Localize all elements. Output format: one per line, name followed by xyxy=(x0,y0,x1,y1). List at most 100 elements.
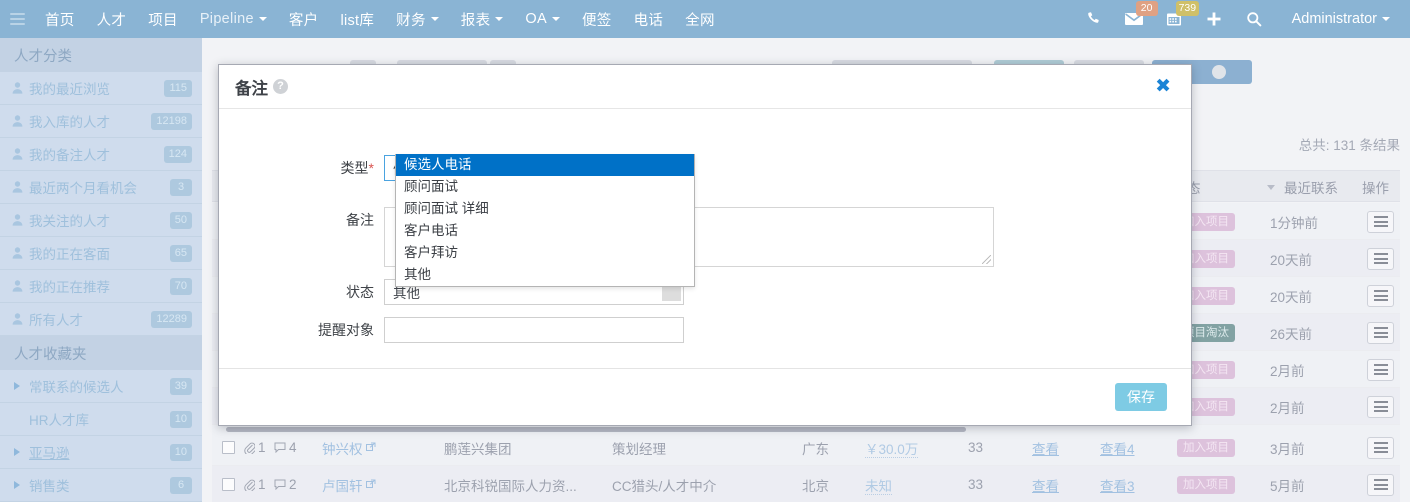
nav-item-pipeline[interactable]: Pipeline xyxy=(189,0,278,38)
menu-icon[interactable] xyxy=(1367,358,1394,381)
external-link-icon[interactable] xyxy=(365,477,376,492)
candidate-name-link[interactable]: 卢国轩 xyxy=(322,466,376,502)
menu-icon[interactable] xyxy=(1367,321,1394,344)
nav-item-notes[interactable]: 便签 xyxy=(571,0,623,38)
sidebar-item-badge: 6 xyxy=(170,476,192,494)
menu-icon[interactable] xyxy=(1367,395,1394,418)
nav-item-finance[interactable]: 财务 xyxy=(385,0,450,38)
salary-cell[interactable]: 未知 xyxy=(865,475,892,495)
row-actions-button[interactable] xyxy=(1367,351,1394,388)
dropdown-option-other[interactable]: 其他 xyxy=(396,264,694,286)
candidate-name-link[interactable]: 钟兴权 xyxy=(322,429,376,466)
nav-item-client[interactable]: 客户 xyxy=(278,0,330,38)
user-menu[interactable]: Administrator xyxy=(1274,11,1394,27)
nav-label: 便签 xyxy=(581,12,612,29)
external-link-icon[interactable] xyxy=(365,440,376,455)
column-label: 操作 xyxy=(1362,181,1389,196)
calendar-icon[interactable]: 739 xyxy=(1154,0,1200,38)
sort-descending-icon xyxy=(1267,184,1275,190)
dropdown-option-consultant-interview-detail[interactable]: 顾问面试 详细 xyxy=(396,198,694,220)
sidebar-item-recent-two-months[interactable]: 最近两个月看机会 3 xyxy=(0,171,202,204)
nav-item-project[interactable]: 项目 xyxy=(137,0,189,38)
nav-item-talent[interactable]: 人才 xyxy=(86,0,138,38)
sidebar-favorite-sales[interactable]: 销售类 6 xyxy=(0,469,202,502)
help-icon[interactable] xyxy=(1212,65,1226,79)
nav-item-phone[interactable]: 电话 xyxy=(623,0,675,38)
sidebar-item-badge: 50 xyxy=(169,211,192,229)
attachment-count: 1 xyxy=(258,477,266,492)
sidebar-item-in-recommendation[interactable]: 我的正在推荐 70 xyxy=(0,270,202,303)
nav-item-home[interactable]: 首页 xyxy=(34,0,86,38)
mail-icon[interactable]: 20 xyxy=(1114,0,1158,38)
menu-icon[interactable] xyxy=(1367,436,1394,459)
nav-item-network[interactable]: 全网 xyxy=(674,0,726,38)
sidebar-item-all-talent[interactable]: 所有人才 12289 xyxy=(0,303,202,336)
chevron-down-icon xyxy=(258,17,267,21)
resize-handle-icon[interactable] xyxy=(982,255,991,264)
sidebar-item-label: 我的正在推荐 xyxy=(29,280,110,295)
sidebar-item-badge: 70 xyxy=(169,277,192,295)
table-row-lu[interactable]: 1 2 卢国轩 北京科锐国际人力资... CC猎头/人才中介 北京 未知 33 … xyxy=(212,466,1400,502)
row-actions-button[interactable] xyxy=(1367,277,1394,314)
row-actions-button[interactable] xyxy=(1367,466,1394,502)
position-cell: CC猎头/人才中介 xyxy=(612,478,717,494)
row-checkbox[interactable] xyxy=(222,429,235,466)
menu-icon[interactable] xyxy=(1367,473,1394,496)
nav-item-oa[interactable]: OA xyxy=(514,0,571,38)
nav-item-listdb[interactable]: list库 xyxy=(329,0,385,38)
sidebar-item-my-talent-pool[interactable]: 我入库的人才 12198 xyxy=(0,105,202,138)
sidebar-favorite-frequent-candidates[interactable]: 常联系的候选人 39 xyxy=(0,370,202,403)
attachment-icon[interactable]: 1 xyxy=(244,466,266,502)
remind-target-input[interactable] xyxy=(384,317,684,343)
phone-icon[interactable] xyxy=(1074,0,1114,38)
sidebar-item-badge: 10 xyxy=(169,443,192,461)
view-count-link[interactable]: 查看4 xyxy=(1100,429,1135,466)
sidebar-item-recent-views[interactable]: 我的最近浏览 115 xyxy=(0,72,202,105)
dropdown-option-client-visit[interactable]: 客户拜访 xyxy=(396,242,694,264)
view-link[interactable]: 查看 xyxy=(1032,429,1059,466)
search-icon[interactable] xyxy=(1234,0,1274,38)
row-actions-button[interactable] xyxy=(1367,240,1394,277)
sidebar-section-title-talent-category: 人才分类 xyxy=(0,38,202,72)
view-count-link[interactable]: 查看3 xyxy=(1100,466,1135,502)
nav-label: 项目 xyxy=(148,12,178,29)
sidebar-item-my-remarked-talent[interactable]: 我的备注人才 124 xyxy=(0,138,202,171)
table-row-zhong[interactable]: 1 4 钟兴权 鹏莲兴集团 策划经理 广东 ￥30.0万 33 查看 查看4 加… xyxy=(212,429,1400,466)
chevron-right-icon xyxy=(12,448,29,456)
row-actions-button[interactable] xyxy=(1367,429,1394,466)
nav-item-reports[interactable]: 报表 xyxy=(450,0,515,38)
row-actions-button[interactable] xyxy=(1367,388,1394,425)
close-icon[interactable]: ✖ xyxy=(1151,75,1175,98)
type-dropdown-list[interactable]: 候选人电话 顾问面试 顾问面试 详细 客户电话 客户拜访 其他 xyxy=(395,154,695,287)
dropdown-option-client-call[interactable]: 客户电话 xyxy=(396,220,694,242)
comment-icon[interactable]: 2 xyxy=(274,466,297,502)
comment-icon[interactable]: 4 xyxy=(274,429,297,466)
sidebar-favorite-hr-pool[interactable]: HR人才库 10 xyxy=(0,403,202,436)
company-cell: 鹏莲兴集团 xyxy=(444,441,512,457)
attachment-icon[interactable]: 1 xyxy=(244,429,266,466)
sidebar-item-followed-talent[interactable]: 我关注的人才 50 xyxy=(0,204,202,237)
plus-icon[interactable] xyxy=(1194,0,1234,38)
dropdown-option-consultant-interview[interactable]: 顾问面试 xyxy=(396,176,694,198)
status-label: 状态 xyxy=(346,284,374,300)
hamburger-icon[interactable] xyxy=(0,0,34,38)
dropdown-option-candidate-call[interactable]: 候选人电话 xyxy=(396,154,694,176)
menu-icon[interactable] xyxy=(1367,284,1394,307)
menu-icon[interactable] xyxy=(1367,210,1394,233)
save-button[interactable]: 保存 xyxy=(1115,383,1167,411)
attachment-count: 1 xyxy=(258,440,266,455)
row-actions-button[interactable] xyxy=(1367,203,1394,240)
question-mark-icon[interactable]: ? xyxy=(273,79,288,94)
sidebar-favorite-amazon[interactable]: 亚马逊 10 xyxy=(0,436,202,469)
row-actions-button[interactable] xyxy=(1367,314,1394,351)
column-header-last-contact[interactable]: 最近联系 xyxy=(1267,171,1338,203)
horizontal-scrollbar[interactable] xyxy=(226,427,966,432)
remind-label: 提醒对象 xyxy=(318,322,374,338)
sidebar-item-in-client-interview[interactable]: 我的正在客面 65 xyxy=(0,237,202,270)
salary-cell[interactable]: ￥30.0万 xyxy=(865,438,919,458)
status-badge: 加入项目 xyxy=(1177,429,1235,466)
menu-icon[interactable] xyxy=(1367,247,1394,270)
row-checkbox[interactable] xyxy=(222,466,235,502)
form-row-type: 类型* 候选人电话 xyxy=(219,155,1191,181)
view-link[interactable]: 查看 xyxy=(1032,466,1059,502)
